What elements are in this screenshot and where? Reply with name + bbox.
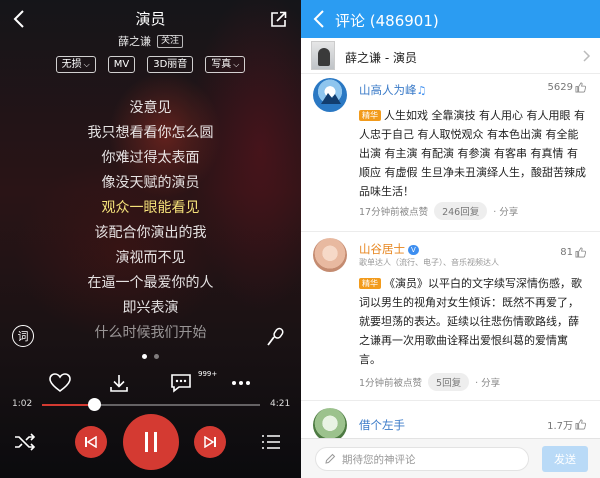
comment-meta: 1分钟前被点赞 5回复 · 分享 [359, 373, 500, 391]
comment-count-badge: 999+ [198, 370, 218, 378]
comment-item: 借个左手 1.7万 [301, 404, 600, 442]
pencil-icon [325, 453, 336, 464]
quality-options: 无损 ⌵ MV 3D丽音 写真 ⌵ [0, 56, 301, 73]
back-icon[interactable] [307, 6, 331, 32]
comment-input[interactable]: 期待您的神评论 [315, 447, 529, 471]
artist-name[interactable]: 薛之谦 [118, 33, 151, 49]
comment-icon[interactable] [167, 369, 195, 397]
comment-meta: 17分钟前被点赞 246回复 · 分享 [359, 202, 518, 220]
shuffle-icon[interactable] [12, 429, 38, 455]
lyric-line: 什么时候我们开始 [94, 325, 207, 341]
progress-fill [42, 404, 95, 406]
like-button[interactable]: 5629 [548, 82, 586, 93]
lyric-line: 即兴表演 [122, 300, 179, 316]
more-icon[interactable] [227, 369, 255, 397]
quality-badge-label: 写真 [211, 59, 232, 70]
music-player-panel: 演员 薛之谦 关注 无损 ⌵ MV 3D丽音 写真 ⌵ 没意见 我只想看看你怎么圆 你难过得太… [0, 0, 301, 478]
comment-input-bar: 期待您的神评论 发送 [301, 438, 600, 478]
reply-button[interactable]: 5回复 [428, 373, 470, 391]
quality-badge-label: 3D丽音 [153, 59, 188, 70]
lyric-line: 没意见 [129, 100, 172, 116]
lyric-line: 该配合你演出的我 [94, 225, 207, 241]
follow-button[interactable]: 关注 [156, 34, 183, 48]
page-dot [154, 354, 159, 359]
like-count: 81 [560, 247, 573, 258]
comment-item: 山谷居士 V 歌单达人（流行、电子）、音乐视频达人 81 精华 《演员》以平白的文字… [301, 232, 600, 402]
playback-controls [0, 412, 301, 474]
comments-title: 评论 (486901) [335, 12, 439, 30]
progress-knob[interactable] [88, 398, 102, 411]
song-link-row[interactable]: 薛之谦 - 演员 [301, 38, 600, 74]
like-button[interactable]: 1.7万 [547, 417, 586, 432]
quality-badge-label: 无损 [61, 59, 82, 70]
heart-icon[interactable] [46, 369, 74, 397]
comment-username[interactable]: 山谷居士 V [359, 241, 419, 257]
comment-username[interactable]: 山高人为峰♫ [359, 82, 426, 98]
chevron-down-icon: ⌵ [233, 60, 240, 69]
download-icon[interactable] [105, 369, 133, 397]
send-button[interactable]: 发送 [542, 446, 588, 472]
avatar[interactable] [313, 238, 347, 272]
lyric-settings-icon[interactable]: 词 [12, 325, 34, 347]
avatar[interactable] [313, 78, 347, 112]
quality-badge[interactable]: 3D丽音 [147, 56, 194, 73]
microphone-icon[interactable] [263, 325, 287, 349]
song-link-label: 薛之谦 - 演员 [345, 51, 417, 65]
current-time: 1:02 [12, 399, 33, 409]
quality-badge[interactable]: 写真 ⌵ [205, 56, 246, 73]
chevron-down-icon: ⌵ [83, 60, 90, 69]
thumbs-up-icon [575, 419, 586, 430]
reply-button[interactable]: 246回复 [434, 202, 488, 220]
quality-badge[interactable]: 无损 ⌵ [55, 56, 96, 73]
prev-icon[interactable] [75, 426, 107, 458]
playlist-icon[interactable] [258, 429, 284, 455]
lyric-line-current: 观众一眼能看见 [101, 200, 200, 216]
comment-text: 精华 人生如戏 全靠演技 有人用心 有人用眼 有人忠于自己 有人取悦观众 有本色出… [359, 109, 586, 198]
comment-input-placeholder: 期待您的神评论 [342, 453, 416, 466]
song-cover-thumbnail [311, 41, 335, 70]
vip-badge: V [408, 245, 419, 255]
like-count: 5629 [547, 82, 573, 93]
avatar[interactable] [313, 408, 347, 442]
action-row [0, 369, 301, 397]
comment-time: 17分钟前被点赞 [359, 207, 429, 218]
like-button[interactable]: 81 [560, 247, 586, 258]
lyric-line: 像没天赋的演员 [101, 175, 200, 191]
pause-icon[interactable] [123, 414, 179, 470]
page-dot [142, 354, 147, 359]
quality-badge-label: MV [113, 59, 130, 70]
share-link[interactable]: · 分享 [493, 204, 518, 218]
lyric-line: 你难过得太表面 [101, 150, 200, 166]
quality-badge[interactable]: MV [107, 56, 136, 73]
music-note-icon: ♫ [416, 84, 427, 97]
comments-panel: 评论 (486901) 薛之谦 - 演员 山高人为峰♫ 5629 精华 人生如戏 … [301, 0, 600, 478]
featured-tag: 精华 [359, 278, 381, 289]
progress-bar[interactable] [42, 398, 260, 411]
featured-tag: 精华 [359, 110, 381, 121]
chevron-right-icon [581, 48, 593, 64]
thumbs-up-icon [575, 247, 586, 258]
next-icon[interactable] [194, 426, 226, 458]
divider [301, 400, 600, 401]
lyric-line: 演视而不见 [115, 250, 186, 266]
share-icon[interactable] [266, 6, 292, 32]
like-count: 1.7万 [547, 421, 573, 432]
lyric-line: 我只想看看你怎么圆 [87, 125, 214, 141]
lyrics-view[interactable]: 没意见我只想看看你怎么圆 你难过得太表面 像没天赋的演员 观众一眼能看见 该配合你演出的… [0, 96, 301, 346]
user-subtitle: 歌单达人（流行、电子）、音乐视频达人 [359, 258, 499, 267]
thumbs-up-icon [575, 82, 586, 93]
song-title: 演员 [135, 10, 166, 28]
page-indicator [0, 354, 301, 359]
total-time: 4:21 [270, 399, 291, 409]
share-link[interactable]: · 分享 [475, 375, 500, 389]
comment-item: 山高人为峰♫ 5629 精华 人生如戏 全靠演技 有人用心 有人用眼 有人忠于自己… [301, 74, 600, 232]
lyric-line: 在逼一个最爱你的人 [87, 275, 214, 291]
artist-row: 薛之谦 关注 [0, 33, 301, 49]
comment-text: 精华 《演员》以平白的文字续写深情伤感，歌词以男生的视角对女生倾诉：既然不再爱了，… [359, 277, 582, 366]
comments-header: 评论 (486901) [301, 0, 600, 38]
comment-time: 1分钟前被点赞 [359, 378, 423, 389]
comment-username[interactable]: 借个左手 [359, 417, 405, 433]
